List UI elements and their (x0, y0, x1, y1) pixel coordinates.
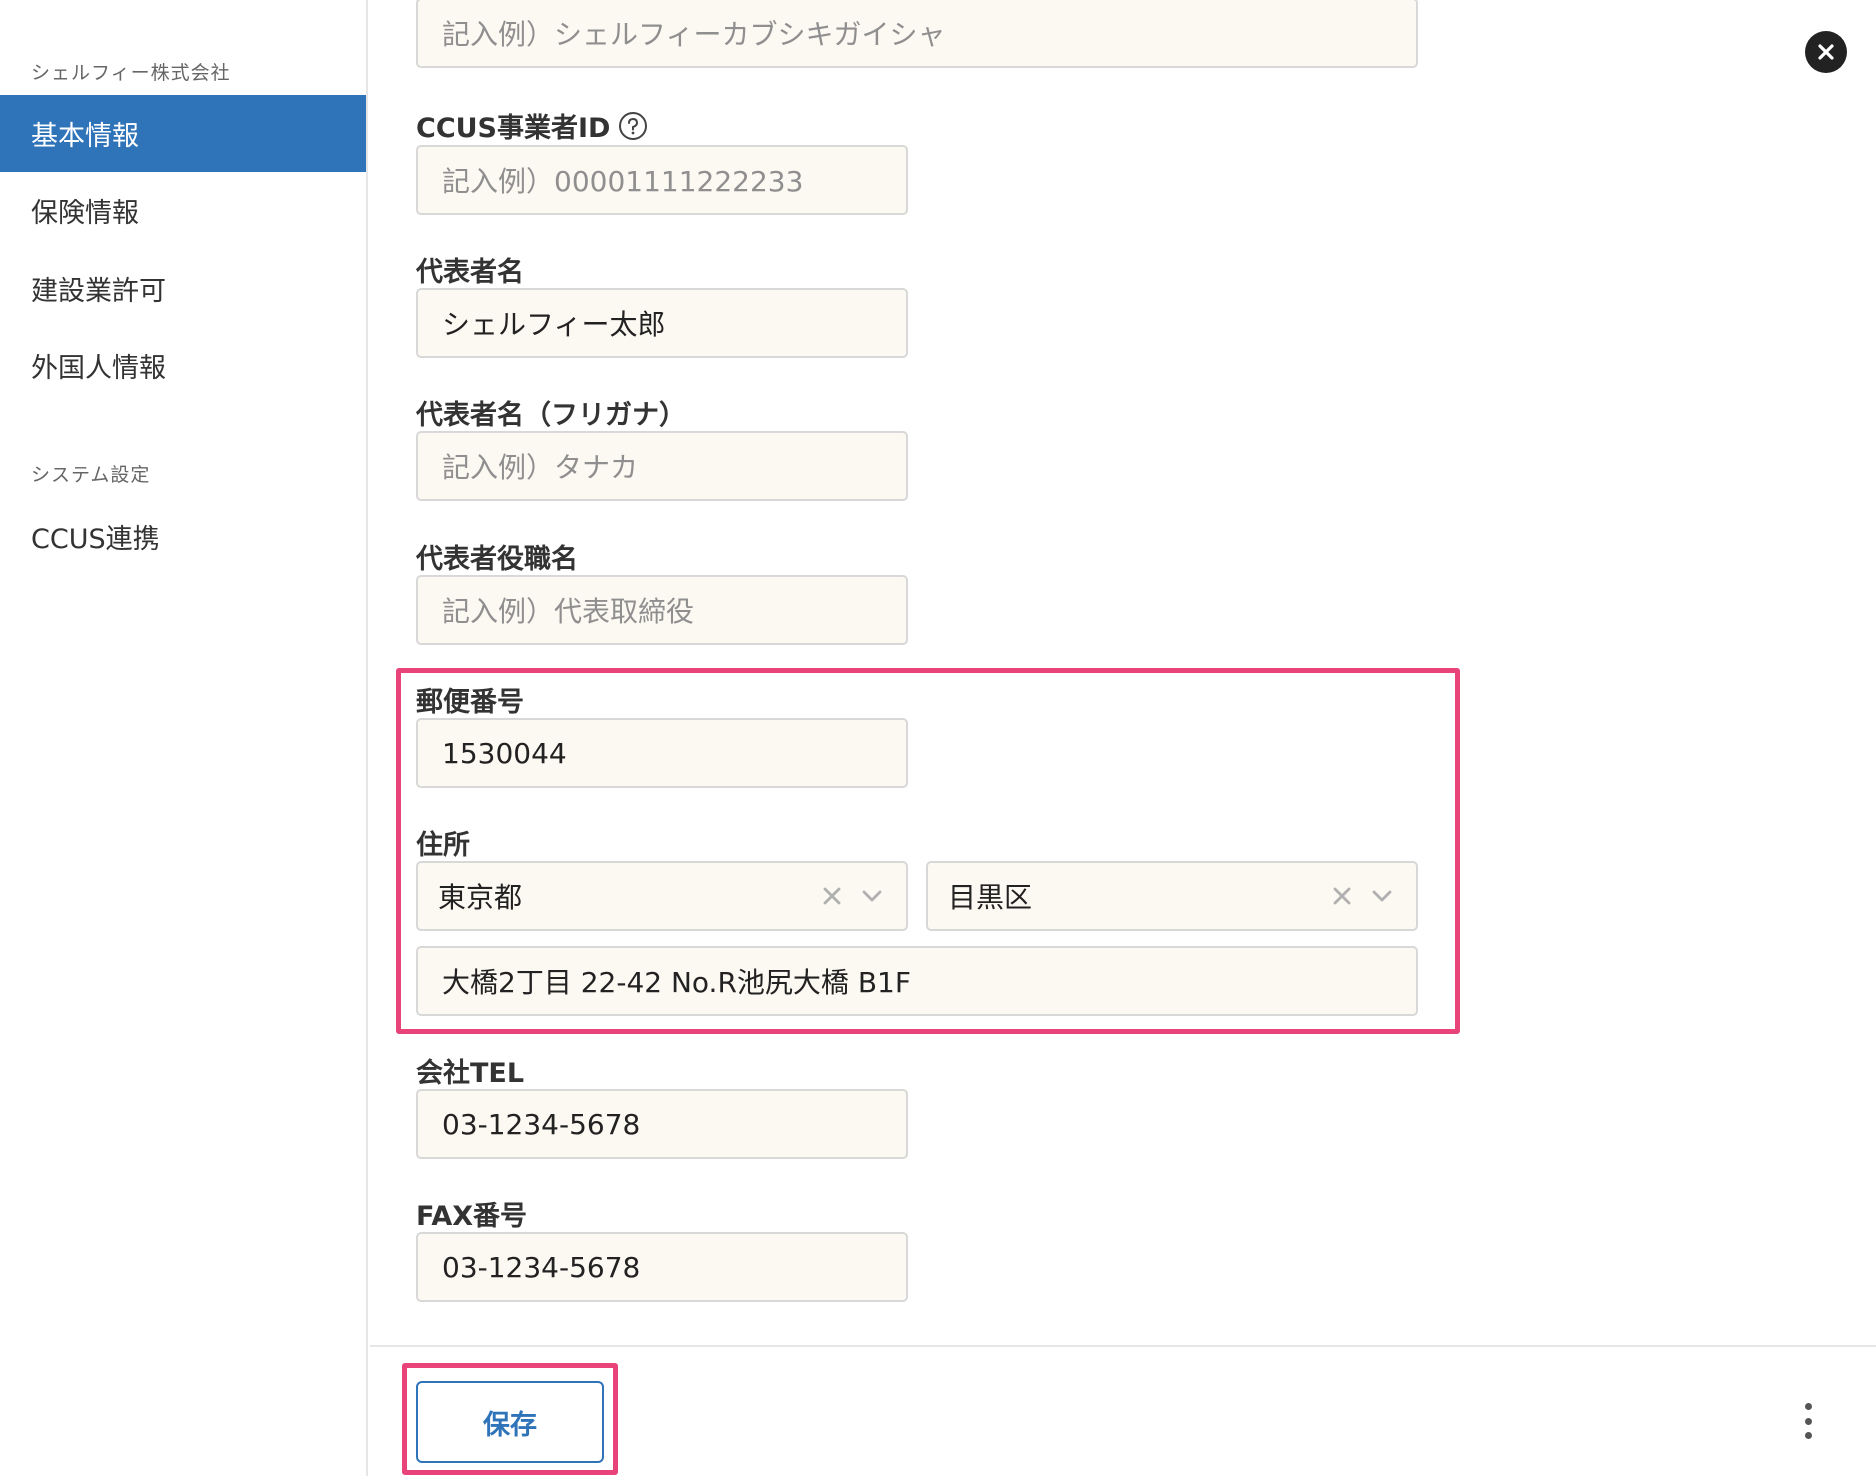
chevron-down-icon[interactable] (1368, 882, 1396, 910)
rep-title-label: 代表者役職名 (416, 537, 578, 576)
rep-title-placeholder: 記入例）代表取締役 (442, 595, 695, 628)
tel-value: 03-1234-5678 (442, 1107, 641, 1141)
save-button[interactable]: 保存 (416, 1381, 604, 1463)
system-settings-label: システム設定 (31, 464, 151, 486)
more-dot (1804, 1403, 1812, 1410)
sidebar-item-label: CCUS連携 (31, 524, 160, 555)
sidebar-item-foreign-worker[interactable]: 外国人情報 (0, 327, 366, 404)
close-icon[interactable] (1805, 31, 1847, 73)
company-kana-placeholder: 記入例）シェルフィーカブシキガイシャ (442, 18, 946, 51)
postal-code-label-text: 郵便番号 (416, 687, 524, 718)
fax-value: 03-1234-5678 (442, 1250, 641, 1284)
more-vertical-icon[interactable] (1802, 1403, 1814, 1439)
rep-kana-label-text: 代表者名（フリガナ） (416, 400, 686, 431)
sidebar: シェルフィー株式会社 基本情報 保険情報 建設業許可 外国人情報 システム設定 … (0, 0, 368, 1476)
ccus-id-placeholder: 記入例）00001111222233 (442, 165, 804, 198)
clear-icon[interactable] (1328, 882, 1356, 910)
rep-title-label-text: 代表者役職名 (416, 544, 578, 575)
more-dot (1804, 1417, 1812, 1425)
postal-code-field[interactable]: 1530044 (416, 718, 908, 788)
prefecture-select[interactable]: 東京都 (416, 861, 908, 931)
street-address-field[interactable]: 大橋2丁目 22-42 No.R池尻大橋 B1F (416, 946, 1418, 1016)
rep-name-label-text: 代表者名 (416, 257, 524, 288)
rep-kana-label: 代表者名（フリガナ） (416, 393, 686, 432)
rep-kana-placeholder: 記入例）タナカ (442, 451, 639, 484)
street-address-value: 大橋2丁目 22-42 No.R池尻大橋 B1F (442, 966, 911, 999)
clear-icon[interactable] (818, 882, 846, 910)
company-name-label: シェルフィー株式会社 (31, 62, 231, 84)
city-select[interactable]: 目黒区 (926, 861, 1418, 931)
prefecture-value: 東京都 (438, 881, 523, 914)
ccus-id-label: CCUS事業者ID (416, 106, 648, 145)
fax-label-text: FAX番号 (416, 1201, 528, 1232)
select-controls (1328, 882, 1396, 910)
address-label-text: 住所 (416, 830, 470, 861)
fax-field[interactable]: 03-1234-5678 (416, 1232, 908, 1302)
company-kana-field[interactable]: 記入例）シェルフィーカブシキガイシャ (416, 0, 1418, 68)
address-label: 住所 (416, 823, 470, 862)
main-form: 記入例）シェルフィーカブシキガイシャ CCUS事業者ID 記入例）0000111… (370, 0, 1876, 1476)
sidebar-item-label: 外国人情報 (31, 353, 166, 384)
sidebar-item-construction-license[interactable]: 建設業許可 (0, 250, 366, 327)
sidebar-item-label: 保険情報 (31, 198, 139, 229)
sidebar-item-basic-info[interactable]: 基本情報 (0, 95, 366, 172)
rep-kana-field[interactable]: 記入例）タナカ (416, 431, 908, 501)
help-icon[interactable] (618, 111, 648, 141)
postal-code-label: 郵便番号 (416, 680, 524, 719)
postal-code-value: 1530044 (442, 736, 567, 770)
tel-label-text: 会社TEL (416, 1058, 525, 1089)
footer-bar: 保存 (370, 1345, 1876, 1476)
sidebar-item-ccus-link[interactable]: CCUS連携 (0, 498, 366, 575)
rep-name-label: 代表者名 (416, 250, 524, 289)
select-controls (818, 882, 886, 910)
ccus-id-field[interactable]: 記入例）00001111222233 (416, 145, 908, 215)
rep-title-field[interactable]: 記入例）代表取締役 (416, 575, 908, 645)
more-dot (1804, 1432, 1812, 1439)
rep-name-field[interactable]: シェルフィー太郎 (416, 288, 908, 358)
sidebar-item-label: 基本情報 (31, 121, 139, 152)
city-value: 目黒区 (948, 881, 1033, 914)
sidebar-item-insurance[interactable]: 保険情報 (0, 172, 366, 249)
tel-field[interactable]: 03-1234-5678 (416, 1089, 908, 1159)
rep-name-value: シェルフィー太郎 (442, 308, 666, 341)
sidebar-item-label: 建設業許可 (31, 276, 166, 307)
ccus-id-label-text: CCUS事業者ID (416, 113, 611, 144)
tel-label: 会社TEL (416, 1051, 524, 1090)
chevron-down-icon[interactable] (858, 882, 886, 910)
fax-label: FAX番号 (416, 1194, 527, 1233)
